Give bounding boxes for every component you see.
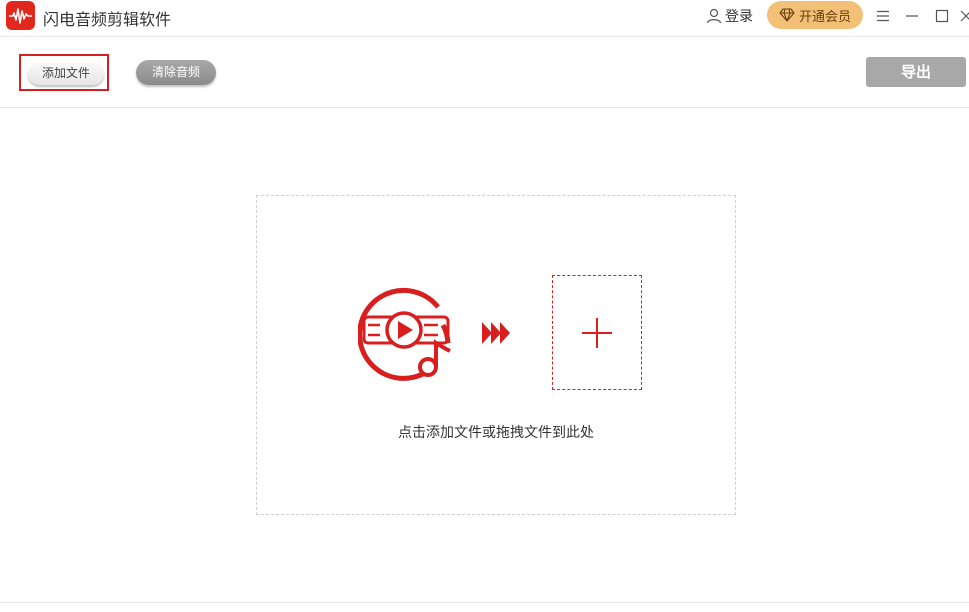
bottom-divider <box>0 602 969 603</box>
toolbar: 添加文件 清除音频 导出 <box>0 37 969 108</box>
minimize-button[interactable] <box>902 6 922 26</box>
close-button[interactable] <box>956 6 969 26</box>
diamond-icon <box>779 8 795 22</box>
add-file-box[interactable] <box>552 275 642 390</box>
fast-forward-arrows-icon <box>482 322 510 344</box>
vip-label: 开通会员 <box>798 9 851 25</box>
hamburger-menu-icon <box>877 10 889 22</box>
minimize-icon <box>906 15 918 17</box>
maximize-button[interactable] <box>932 6 952 26</box>
login-label: 登录 <box>725 9 753 25</box>
menu-button[interactable] <box>873 6 893 26</box>
app-title: 闪电音频剪辑软件 <box>43 10 172 29</box>
waveform-icon <box>6 1 35 30</box>
maximize-icon <box>935 9 949 23</box>
add-file-button[interactable]: 添加文件 <box>28 62 104 85</box>
user-icon <box>706 8 722 24</box>
drop-zone[interactable]: 点击添加文件或拖拽文件到此处 <box>256 195 736 515</box>
title-bar: 闪电音频剪辑软件 登录 开通会员 <box>0 0 969 37</box>
export-button[interactable]: 导出 <box>866 57 966 87</box>
music-video-icon <box>358 287 451 381</box>
close-icon <box>960 10 969 22</box>
vip-button[interactable]: 开通会员 <box>767 1 863 29</box>
plus-icon <box>582 317 612 348</box>
clear-audio-button[interactable]: 清除音频 <box>136 60 216 85</box>
drop-hint: 点击添加文件或拖拽文件到此处 <box>398 425 594 441</box>
add-file-highlight: 添加文件 <box>19 54 109 91</box>
login-button[interactable]: 登录 <box>706 6 753 26</box>
